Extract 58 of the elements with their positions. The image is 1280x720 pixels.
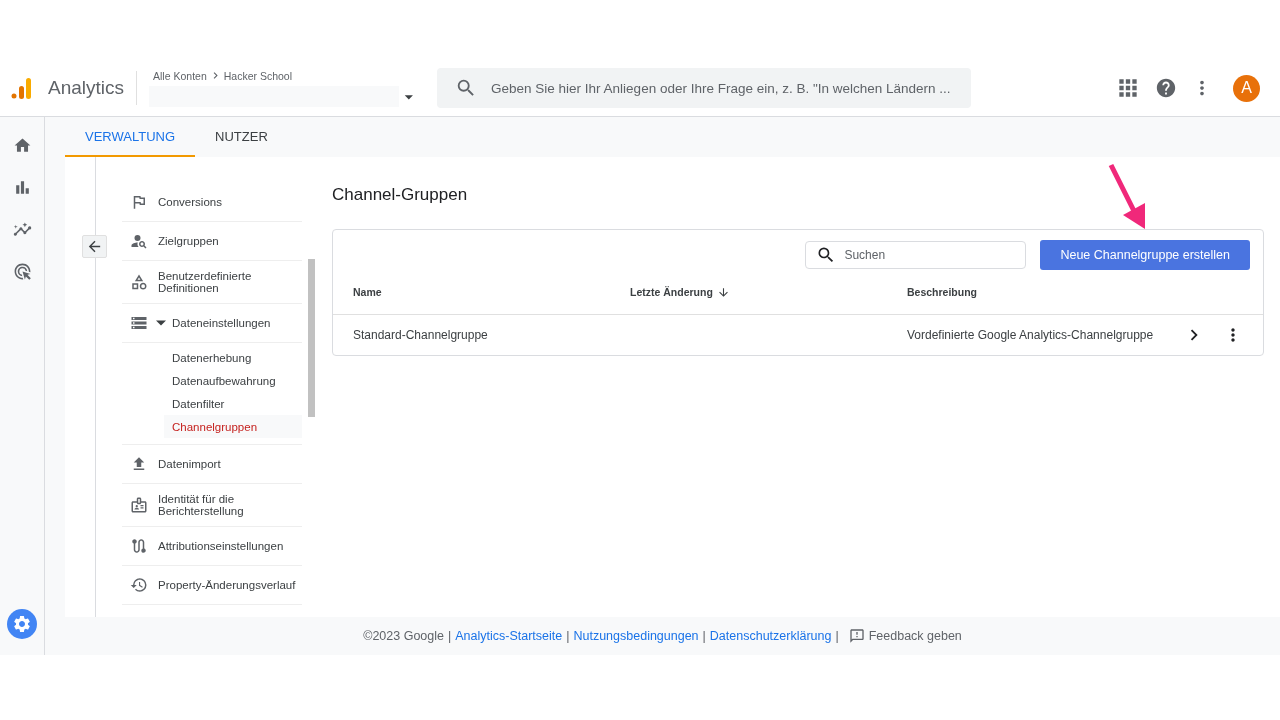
nav-subitem[interactable]: Datenfilter: [164, 392, 302, 415]
footer-link[interactable]: Datenschutzerklärung: [709, 629, 832, 643]
database-icon: [130, 314, 148, 332]
nav-label: Attributionseinstellungen: [158, 540, 284, 552]
sort-arrow-icon: [716, 285, 730, 299]
nav-label: Dateneinstellungen: [172, 317, 271, 329]
separator: |: [835, 629, 839, 643]
nav-item[interactable]: Identität für die Berichterstellung: [122, 484, 302, 527]
column-header[interactable]: Name: [353, 286, 630, 298]
back-button[interactable]: [82, 235, 107, 258]
nav-label: Identität für die Berichterstellung: [158, 493, 245, 517]
search-field[interactable]: Geben Sie hier Ihr Anliegen oder Ihre Frage ein, z. B. "In welchen Ländern ...: [437, 68, 972, 108]
nav-item[interactable]: Dateneinstellungen: [122, 304, 302, 343]
column-header[interactable]: Beschreibung: [907, 286, 1183, 298]
nav-subitem[interactable]: Channelgruppen: [164, 415, 302, 438]
nav-item[interactable]: Attributionseinstellungen: [122, 527, 302, 566]
nav-item[interactable]: Property-Änderungsverlauf: [122, 566, 302, 605]
page-title: Channel-Gruppen: [332, 185, 469, 205]
feedback-icon[interactable]: [848, 628, 865, 644]
settings-icon[interactable]: [7, 609, 37, 639]
nav-label: Conversions: [158, 196, 222, 208]
separator: |: [702, 629, 706, 643]
analytics-logo-icon: [10, 76, 34, 100]
footer-link[interactable]: Analytics-Startseite: [455, 629, 563, 643]
search-field[interactable]: Suchen: [805, 241, 1027, 269]
tab[interactable]: NUTZER: [195, 117, 288, 157]
nav-item[interactable]: Datenimport: [122, 445, 302, 484]
arrow-left-icon: [86, 238, 103, 255]
nav-label: Benutzerdefinierte Definitionen: [158, 270, 253, 294]
shapes-icon: [130, 273, 148, 291]
scrollbar[interactable]: [308, 259, 315, 417]
create-button[interactable]: Neue Channelgruppe erstellen: [1040, 240, 1250, 270]
breadcrumb[interactable]: Alle Konten: [153, 69, 207, 82]
nav-subitem[interactable]: Datenaufbewahrung: [164, 369, 302, 392]
nav-item[interactable]: Zielgruppen: [122, 222, 302, 261]
nav-item[interactable]: Benutzerdefinierte Definitionen: [122, 261, 302, 304]
table-cell-text: Vordefinierte Google Analytics-Channelgruppe: [907, 328, 1155, 342]
help-icon[interactable]: [1155, 77, 1177, 99]
separator: |: [448, 629, 452, 643]
nav-subitem[interactable]: Datenerhebung: [164, 346, 302, 369]
column-header[interactable]: Letzte Änderung: [630, 285, 907, 299]
breadcrumb[interactable]: Hacker School: [223, 69, 293, 82]
people-list-icon: [130, 232, 148, 250]
nav-label: Property-Änderungsverlauf: [158, 579, 296, 591]
copyright: ©2023 Google: [363, 629, 444, 643]
separator: |: [566, 629, 570, 643]
search-placeholder: Suchen: [844, 248, 886, 262]
search-placeholder: Geben Sie hier Ihr Anliegen oder Ihre Frage ein, z. B. "In welchen Ländern ...: [491, 80, 951, 96]
nav-label: Zielgruppen: [158, 235, 219, 247]
table-cell-text: Standard-Channelgruppe: [353, 328, 489, 342]
product-name: Analytics: [48, 77, 125, 99]
route-icon: [130, 537, 148, 555]
history-icon: [130, 576, 148, 594]
nav-label: Datenimport: [158, 458, 221, 470]
id-card-icon: [130, 496, 148, 514]
feedback-link[interactable]: Feedback geben: [868, 629, 962, 643]
footer-link[interactable]: Nutzungsbedingungen: [573, 629, 699, 643]
nav-item[interactable]: Conversions: [122, 183, 302, 222]
